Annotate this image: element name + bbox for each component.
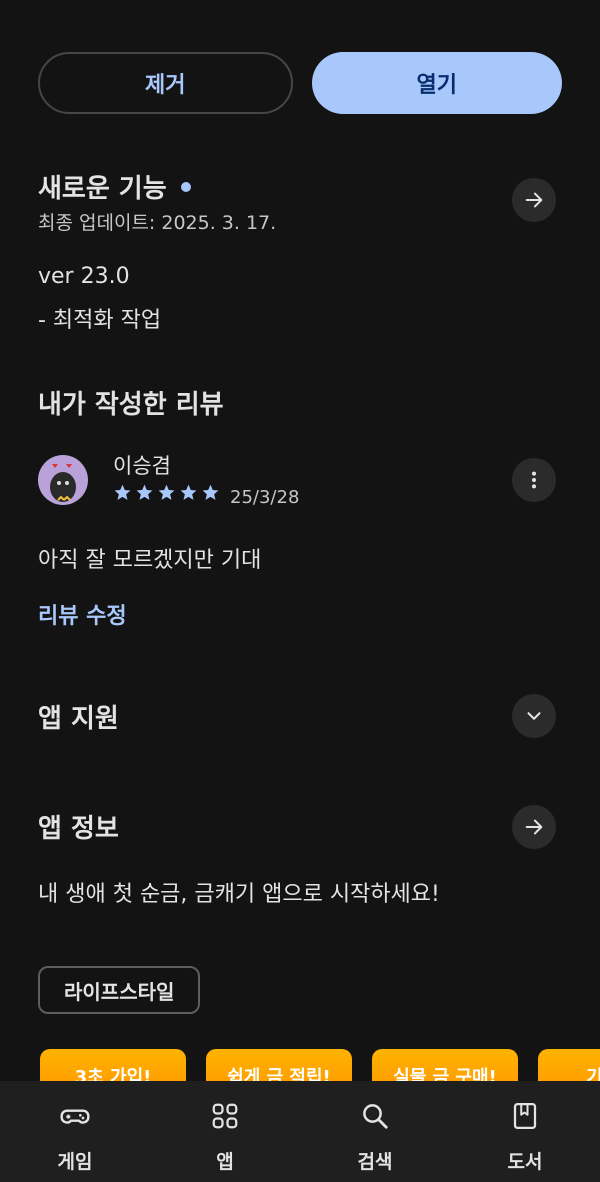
app-support-expand-button[interactable] <box>512 694 556 738</box>
nav-search[interactable]: 검색 <box>300 1081 450 1182</box>
app-description: 내 생애 첫 순금, 금캐기 앱으로 시작하세요! <box>38 882 440 907</box>
update-note: - 최적화 작업 <box>38 308 162 333</box>
my-review-title: 내가 작성한 리뷰 <box>38 390 224 420</box>
app-info-title[interactable]: 앱 정보 <box>38 808 119 845</box>
more-vert-icon <box>531 471 537 489</box>
star-rating <box>113 483 220 502</box>
review-text: 아직 잘 모르겠지만 기대 <box>38 548 262 573</box>
new-indicator-dot <box>180 181 191 192</box>
uninstall-button[interactable]: 제거 <box>38 52 293 114</box>
reviewer-name: 이승겸 <box>113 454 171 478</box>
nav-label: 게임 <box>57 1151 93 1173</box>
star-icon <box>180 484 197 500</box>
avatar <box>38 455 88 505</box>
chevron-down-icon <box>527 712 541 720</box>
review-date: 25/3/28 <box>230 487 300 508</box>
app-info-arrow-button[interactable] <box>512 805 556 849</box>
star-icon <box>114 484 131 500</box>
nav-label: 도서 <box>507 1151 543 1173</box>
nav-label: 검색 <box>357 1151 393 1173</box>
category-chip[interactable]: 라이프스타일 <box>38 966 201 1014</box>
review-more-button[interactable] <box>512 458 556 502</box>
whats-new-header[interactable]: 새로운 기능 <box>38 168 191 205</box>
nav-books[interactable]: 도서 <box>450 1081 600 1182</box>
bottom-navigation: 게임 앱 검색 도서 <box>0 1081 600 1182</box>
arrow-right-icon <box>525 192 543 208</box>
app-support-title[interactable]: 앱 지원 <box>38 698 119 735</box>
star-icon <box>202 484 219 500</box>
edit-review-link[interactable]: 리뷰 수정 <box>38 598 127 630</box>
nav-apps[interactable]: 앱 <box>150 1081 300 1182</box>
action-buttons: 제거 열기 <box>38 52 562 114</box>
whats-new-arrow-button[interactable] <box>512 178 556 222</box>
whats-new-title: 새로운 기능 <box>38 174 167 204</box>
nav-label: 앱 <box>216 1151 234 1173</box>
gamepad-icon <box>58 1099 92 1133</box>
book-icon <box>508 1099 542 1133</box>
apps-grid-icon <box>208 1099 242 1133</box>
star-icon <box>158 484 175 500</box>
open-button[interactable]: 열기 <box>311 52 562 114</box>
search-icon <box>358 1099 392 1133</box>
arrow-right-icon <box>525 819 543 835</box>
nav-games[interactable]: 게임 <box>0 1081 150 1182</box>
star-icon <box>136 484 153 500</box>
version-text: ver 23.0 <box>38 264 130 289</box>
last-updated: 최종 업데이트: 2025. 3. 17. <box>38 212 277 234</box>
